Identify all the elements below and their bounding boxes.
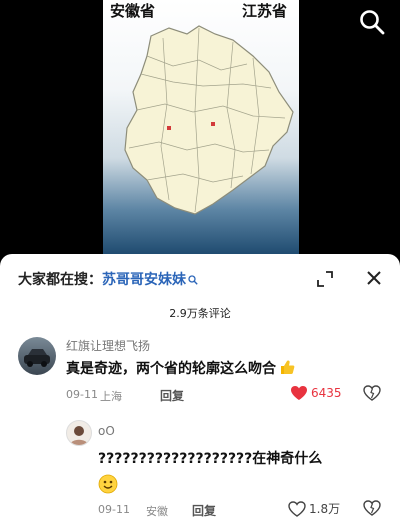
comment-sheet: 大家都在搜：苏哥哥安妹妹 2.9万条评论 红旗让理想飞扬 真是奇迹，两个省的轮廓… <box>0 254 400 528</box>
like-count: 6435 <box>311 386 342 400</box>
trending-search-hint[interactable]: 大家都在搜：苏哥哥安妹妹 <box>18 269 198 289</box>
dislike-heart-icon[interactable] <box>363 385 381 401</box>
comment-date: 09-11 <box>66 388 98 401</box>
trending-search-term[interactable]: 苏哥哥安妹妹 <box>102 272 186 288</box>
province-map-image <box>103 0 299 255</box>
province-outline-map <box>124 25 294 215</box>
heart-outline-icon <box>288 500 306 517</box>
video-player[interactable]: 安徽省 江苏省 <box>0 0 400 255</box>
comment-date: 09-11 <box>98 503 130 516</box>
person-avatar-icon <box>70 426 88 445</box>
dislike-heart-icon[interactable] <box>363 500 381 516</box>
avatar[interactable] <box>66 420 92 446</box>
comment-location: 上海 <box>100 390 122 403</box>
trending-search-prefix: 大家都在搜： <box>18 272 102 288</box>
comment-username[interactable]: 红旗让理想飞扬 <box>66 337 150 354</box>
expand-icon[interactable] <box>316 270 334 288</box>
small-search-icon <box>188 275 198 285</box>
close-icon[interactable] <box>364 268 384 288</box>
comment-text: ???????????????????在神奇什么 <box>98 451 323 467</box>
map-label-anhui: 安徽省 <box>110 2 156 20</box>
smile-emoji-icon <box>98 474 118 494</box>
comment-username[interactable]: oO <box>98 424 115 438</box>
comment-text: 真是奇迹，两个省的轮廓这么吻合 <box>66 358 296 378</box>
like-button[interactable]: 6435 <box>290 385 342 401</box>
heart-filled-icon <box>290 385 308 401</box>
like-count: 1.8万 <box>309 502 341 516</box>
comment-location: 安徽 <box>146 505 168 518</box>
like-button[interactable]: 1.8万 <box>288 500 340 517</box>
avatar[interactable] <box>18 337 56 375</box>
thumbs-up-emoji-icon <box>278 358 296 376</box>
reply-button[interactable]: 回复 <box>192 502 216 519</box>
reply-button[interactable]: 回复 <box>160 387 184 404</box>
comment-text-body: 真是奇迹，两个省的轮廓这么吻合 <box>66 361 276 377</box>
comment-count: 2.9万条评论 <box>169 307 231 320</box>
car-avatar-icon <box>24 349 50 367</box>
map-label-jiangsu: 江苏省 <box>242 2 288 20</box>
search-icon[interactable] <box>358 8 386 36</box>
